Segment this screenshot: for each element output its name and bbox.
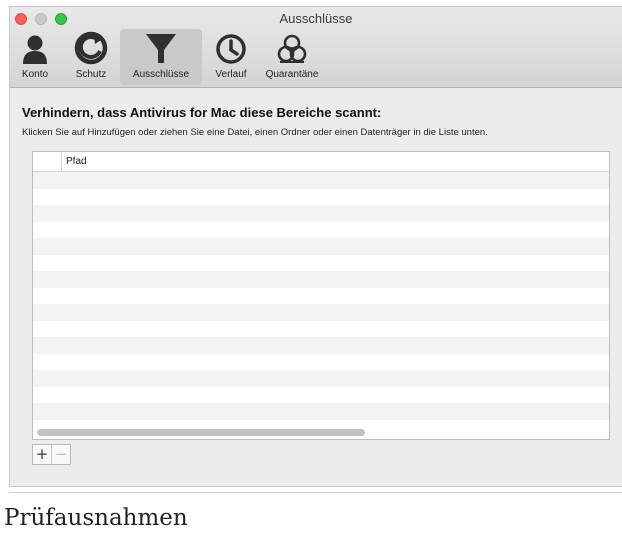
toolbar-label-quarantane: Quarantäne <box>265 69 319 80</box>
table-body <box>33 172 609 436</box>
table-row <box>33 337 609 354</box>
clock-icon <box>215 29 247 65</box>
panel-heading: Verhindern, dass Antivirus for Mac diese… <box>22 105 382 120</box>
add-button[interactable]: + <box>33 445 52 464</box>
filter-icon <box>144 29 178 65</box>
column-header-select[interactable] <box>33 152 62 171</box>
column-header-path[interactable]: Pfad <box>62 156 87 167</box>
table-row <box>33 205 609 222</box>
remove-button[interactable]: − <box>52 445 70 464</box>
figure-caption: Prüfausnahmen <box>4 505 188 531</box>
table-row <box>33 386 609 403</box>
toolbar-label-konto: Konto <box>21 69 49 80</box>
toolbar-tab-konto[interactable]: Konto <box>15 29 55 85</box>
table-row <box>33 353 609 370</box>
user-icon <box>22 29 48 65</box>
toolbar-label-schutz: Schutz <box>75 69 107 80</box>
table-row <box>33 238 609 255</box>
exclusions-table[interactable]: Pfad <box>32 151 610 440</box>
table-row <box>33 287 609 304</box>
table-row <box>33 188 609 205</box>
add-remove-buttons: + − <box>32 444 71 465</box>
biohazard-icon <box>276 29 308 65</box>
toolbar-tab-schutz[interactable]: Schutz <box>69 29 113 85</box>
toolbar-tab-ausschlusse[interactable]: Ausschlüsse <box>120 29 202 85</box>
app-window: Ausschlüsse Konto Schutz Ausschlüsse Ver… <box>9 6 622 487</box>
table-row <box>33 254 609 271</box>
table-row <box>33 172 609 189</box>
table-row <box>33 403 609 420</box>
toolbar-label-ausschlusse: Ausschlüsse <box>132 69 190 80</box>
toolbar-tab-verlauf[interactable]: Verlauf <box>208 29 254 85</box>
horizontal-scrollbar[interactable] <box>37 429 365 436</box>
toolbar-tab-quarantane[interactable]: Quarantäne <box>264 29 320 85</box>
divider <box>9 492 622 493</box>
table-row <box>33 370 609 387</box>
panel-description: Klicken Sie auf Hinzufügen oder ziehen S… <box>22 127 488 138</box>
table-row <box>33 320 609 337</box>
table-header: Pfad <box>33 152 609 172</box>
window-title: Ausschlüsse <box>279 11 353 26</box>
exclusions-panel: Verhindern, dass Antivirus for Mac diese… <box>10 87 622 486</box>
title-bar: Ausschlüsse Konto Schutz Ausschlüsse Ver… <box>10 7 622 88</box>
table-row <box>33 304 609 321</box>
shield-refresh-icon <box>74 29 108 65</box>
table-row <box>33 271 609 288</box>
table-row <box>33 221 609 238</box>
toolbar-label-verlauf: Verlauf <box>215 69 247 80</box>
